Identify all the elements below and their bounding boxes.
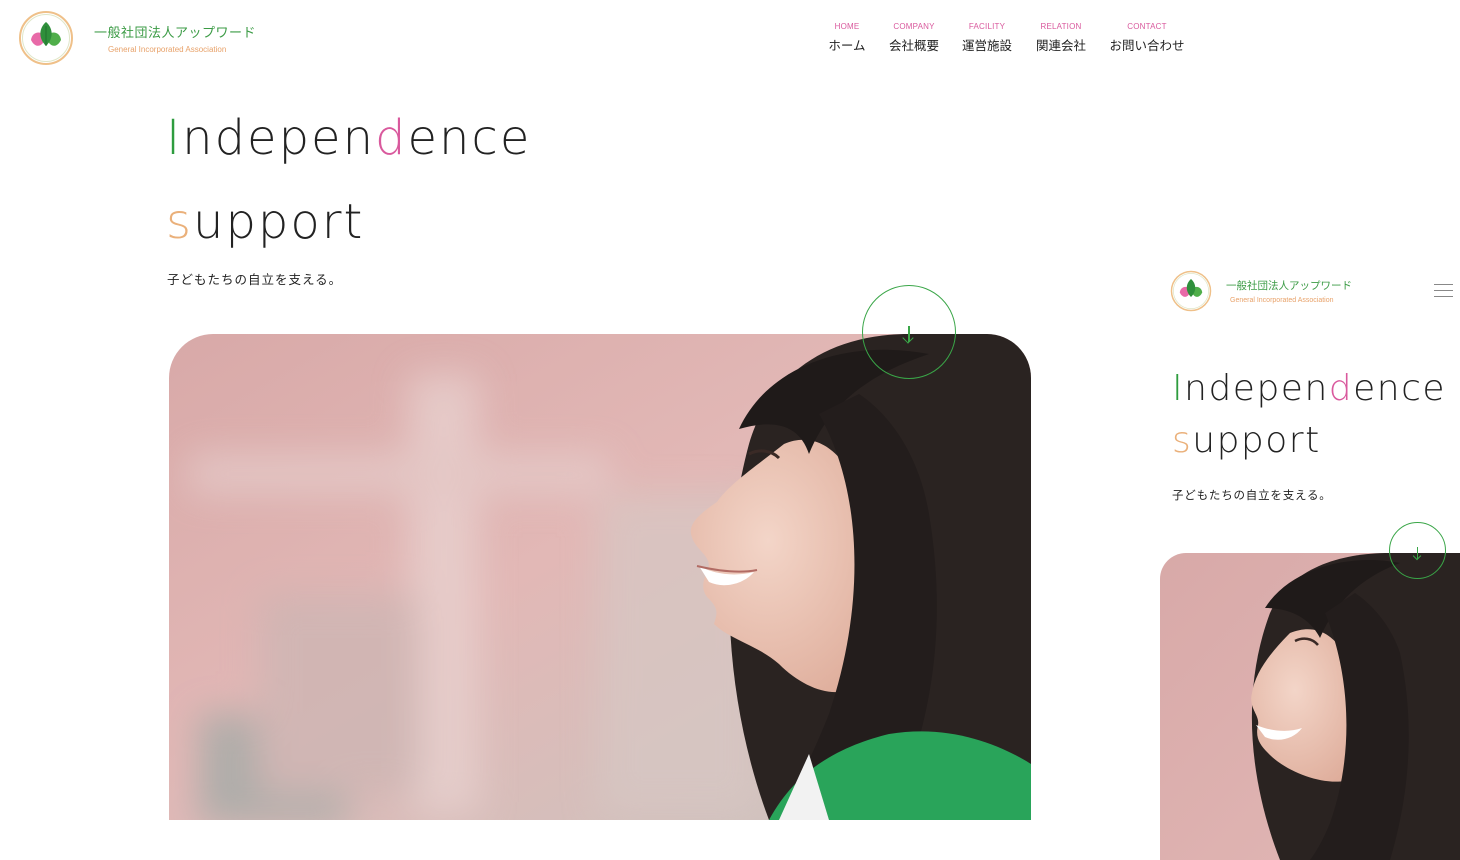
hero-photo-image: [169, 334, 1031, 820]
nav-item-facility[interactable]: FACILITY 運営施設: [952, 22, 1022, 54]
site-logo[interactable]: 一般社団法人アップワード General Incorporated Associ…: [18, 10, 256, 66]
mobile-hero-heading-line1: Independence: [1172, 368, 1446, 409]
hamburger-line: [1434, 284, 1453, 285]
mobile-scroll-down-button[interactable]: [1389, 522, 1446, 579]
leaf-logo-icon: [19, 11, 73, 65]
nav-item-label-jp: 関連会社: [1035, 38, 1086, 53]
hero-heading-text: ence: [407, 110, 532, 166]
brand-name-jp: 一般社団法人アップワード: [94, 26, 257, 41]
nav-item-label-en: FACILITY: [968, 22, 1006, 31]
hero-heading-line2: support: [166, 194, 364, 250]
hero-heading-text: ndepen: [182, 110, 375, 166]
hero-tagline: 子どもたちの自立を支える。: [167, 272, 343, 287]
arrow-down-icon: [1417, 547, 1419, 559]
mobile-site-logo[interactable]: 一般社団法人アップワード General Incorporated Associ…: [1170, 270, 1352, 312]
hero-heading-text: ence: [1353, 368, 1447, 409]
nav-item-label-en: RELATION: [1040, 22, 1082, 31]
mobile-hero-photo: [1160, 553, 1460, 860]
hero-heading-text: upport: [193, 194, 365, 250]
hero-photo-image: [1160, 553, 1460, 860]
hero-heading-initial: s: [166, 194, 194, 250]
brand-name-en: General Incorporated Association: [108, 45, 227, 54]
brand-name-en: General Incorporated Association: [1230, 297, 1334, 304]
hero-heading-initial: I: [166, 110, 183, 166]
hero-heading-line1: Independence: [166, 110, 531, 166]
hero-heading-accent: d: [375, 110, 408, 166]
nav-item-label-jp: 会社概要: [888, 38, 939, 53]
nav-item-label-jp: ホーム: [828, 38, 866, 53]
hero-heading-initial: s: [1172, 420, 1193, 461]
nav-item-contact[interactable]: CONTACT お問い合わせ: [1100, 22, 1194, 54]
hero-photo: [169, 334, 1031, 820]
hamburger-menu-icon[interactable]: [1434, 283, 1453, 299]
hero-heading-text: upport: [1192, 420, 1321, 461]
nav-item-label-jp: 運営施設: [961, 38, 1012, 53]
mobile-hero-tagline: 子どもたちの自立を支える。: [1172, 488, 1332, 502]
nav-item-company[interactable]: COMPANY 会社概要: [876, 22, 952, 54]
hamburger-line: [1434, 290, 1453, 291]
global-nav: HOME ホーム COMPANY 会社概要 FACILITY 運営施設 RELA…: [818, 22, 1194, 54]
leaf-logo-icon: [1170, 270, 1212, 312]
hero-heading-text: ndepen: [1184, 368, 1329, 409]
nav-item-label-en: COMPANY: [893, 22, 935, 31]
nav-item-relation[interactable]: RELATION 関連会社: [1022, 22, 1100, 54]
hamburger-line: [1434, 296, 1453, 297]
hero-heading-initial: I: [1172, 368, 1185, 409]
nav-item-label-en: CONTACT: [1127, 22, 1167, 31]
scroll-down-button[interactable]: [862, 285, 956, 379]
nav-item-label-en: HOME: [834, 22, 860, 31]
hero-heading-accent: d: [1328, 368, 1354, 409]
brand-name-jp: 一般社団法人アップワード: [1226, 280, 1352, 292]
nav-item-label-jp: お問い合わせ: [1109, 38, 1185, 53]
arrow-down-icon: [908, 326, 910, 342]
mobile-hero-heading-line2: support: [1172, 420, 1321, 461]
nav-item-home[interactable]: HOME ホーム: [818, 22, 876, 54]
